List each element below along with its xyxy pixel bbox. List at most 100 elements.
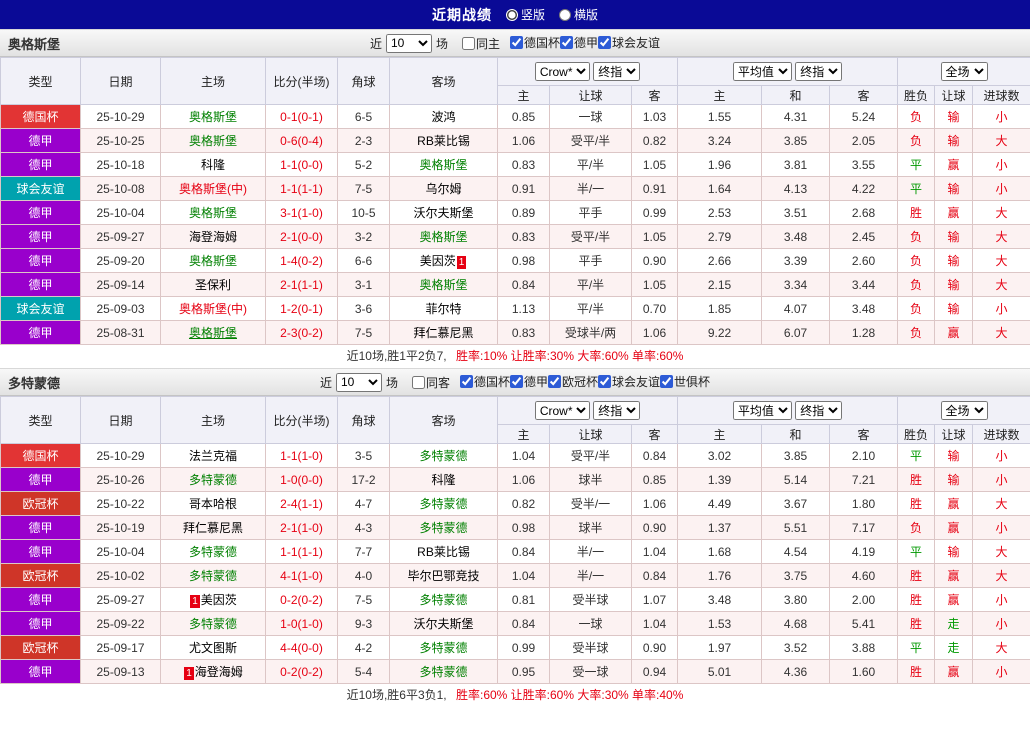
away-team[interactable]: 美因茨 1 [389, 248, 498, 273]
match-row: 德国杯 25-10-29 法兰克福 1-1(1-0) 3-5 多特蒙德 1.04 受平/半 0.… [0, 443, 1030, 468]
away-team[interactable]: 多特蒙德 [389, 491, 498, 516]
match-row: 德国杯 25-10-29 奥格斯堡 0-1(0-1) 6-5 波鸿 0.85 一球 1.03 1.… [0, 104, 1030, 129]
bookmaker-select[interactable]: Crow* [534, 401, 590, 420]
competition-checkbox[interactable] [548, 375, 562, 388]
same-venue-checkbox[interactable] [461, 36, 475, 50]
home-team[interactable]: 科隆 [160, 152, 266, 177]
odds-value: 平手 [549, 248, 632, 273]
competition-checkbox[interactable] [459, 375, 473, 388]
away-team[interactable]: 乌尔姆 [389, 176, 498, 201]
same-venue-filter[interactable]: 同主 [461, 35, 500, 52]
layout-horizontal-option[interactable]: 横版 [559, 6, 598, 23]
section-bar: 多特蒙德 近 10 场 同客 德国杯 德甲 欧冠杯 球会友谊 世俱杯 [0, 368, 1030, 396]
away-team[interactable]: RB莱比锡 [389, 128, 498, 153]
home-team[interactable]: 奥格斯堡 [160, 248, 266, 273]
match-date: 25-09-03 [80, 296, 161, 321]
competition-filter[interactable]: 球会友谊 [598, 373, 660, 390]
home-team[interactable]: 海登海姆 [160, 224, 266, 249]
scope-select[interactable]: 全场 [940, 401, 988, 420]
away-team[interactable]: 沃尔夫斯堡 [389, 611, 498, 636]
home-team[interactable]: 多特蒙德 [160, 467, 266, 492]
odds-value: 0.90 [630, 635, 679, 660]
layout-vertical-option[interactable]: 竖版 [505, 6, 545, 23]
average-select[interactable]: 平均值 [732, 401, 792, 420]
match-date: 25-08-31 [80, 320, 161, 345]
home-team[interactable]: 奥格斯堡 [160, 128, 266, 153]
away-team-label: 沃尔夫斯堡 [413, 206, 474, 220]
away-team-label: 菲尔特 [425, 302, 462, 316]
home-team[interactable]: 1 美因茨 [160, 587, 266, 612]
odds-value: 1.28 [829, 320, 899, 345]
scope-select[interactable]: 全场 [940, 62, 988, 81]
odds-value: 受半/一 [549, 491, 632, 516]
competition-checkbox[interactable] [660, 375, 674, 388]
competition-type: 德甲 [0, 587, 81, 612]
away-team[interactable]: 奥格斯堡 [389, 152, 498, 177]
competition-checkbox[interactable] [598, 36, 612, 49]
average-select[interactable]: 平均值 [732, 62, 792, 81]
result-goals: 大 [972, 272, 1030, 297]
recent-count-select[interactable]: 10 [385, 33, 432, 53]
away-team[interactable]: 沃尔夫斯堡 [389, 200, 498, 225]
final-odds-select-2[interactable]: 终指 [795, 401, 843, 420]
home-team[interactable]: 多特蒙德 [160, 563, 266, 588]
competition-filter[interactable]: 球会友谊 [598, 34, 660, 51]
home-team[interactable]: 奥格斯堡 [160, 200, 266, 225]
competition-filter[interactable]: 欧冠杯 [548, 373, 598, 390]
away-team[interactable]: 多特蒙德 [389, 515, 498, 540]
home-team[interactable]: 尤文图斯 [160, 635, 266, 660]
final-odds-select[interactable]: 终指 [593, 62, 641, 81]
competition-filter[interactable]: 德国杯 [510, 34, 560, 51]
home-team[interactable]: 奥格斯堡(中) [160, 176, 266, 201]
home-team[interactable]: 法兰克福 [160, 443, 266, 468]
away-team[interactable]: 奥格斯堡 [389, 272, 498, 297]
layout-horizontal-radio[interactable] [559, 8, 571, 21]
home-team[interactable]: 奥格斯堡(中) [160, 296, 266, 321]
odds-value: 2.66 [677, 248, 763, 273]
competition-filter[interactable]: 世俱杯 [660, 373, 710, 390]
away-team[interactable]: 多特蒙德 [389, 587, 498, 612]
away-team[interactable]: 多特蒙德 [389, 659, 498, 684]
same-venue-label: 同主 [475, 36, 500, 51]
away-team[interactable]: 科隆 [389, 467, 498, 492]
competition-filter[interactable]: 德甲 [560, 34, 598, 51]
top-header: 近期战绩 竖版 横版 [0, 0, 1030, 29]
odds-value: 4.07 [761, 296, 831, 321]
odds-value: 3.81 [761, 152, 831, 177]
home-team[interactable]: 奥格斯堡 [160, 320, 266, 345]
final-odds-select-2[interactable]: 终指 [795, 62, 843, 81]
home-team[interactable]: 1 海登海姆 [160, 659, 266, 684]
same-venue-checkbox[interactable] [411, 375, 425, 389]
home-team[interactable]: 哥本哈根 [160, 491, 266, 516]
competition-filter[interactable]: 德甲 [510, 373, 548, 390]
home-team[interactable]: 拜仁慕尼黑 [160, 515, 266, 540]
same-venue-filter[interactable]: 同客 [411, 374, 450, 391]
bookmaker-select[interactable]: Crow* [534, 62, 590, 81]
recent-count-select[interactable]: 10 [335, 372, 382, 392]
layout-vertical-radio[interactable] [505, 8, 518, 21]
away-team[interactable]: 拜仁慕尼黑 [389, 320, 498, 345]
home-team[interactable]: 圣保利 [160, 272, 266, 297]
away-team[interactable]: RB莱比锡 [389, 539, 498, 564]
result-goals: 小 [972, 296, 1030, 321]
competition-checkbox[interactable] [560, 36, 574, 49]
competition-label: 球会友谊 [612, 36, 661, 50]
final-odds-select[interactable]: 终指 [593, 401, 641, 420]
away-team[interactable]: 多特蒙德 [389, 443, 498, 468]
match-score: 1-4(0-2) [265, 248, 338, 273]
page-title: 近期战绩 [431, 6, 492, 23]
away-team[interactable]: 奥格斯堡 [389, 224, 498, 249]
match-row: 德甲 25-09-27 1 美因茨 0-2(0-2) 7-5 多特蒙德 0.81 受半球 1.07… [0, 587, 1030, 612]
home-team[interactable]: 多特蒙德 [160, 539, 266, 564]
away-team[interactable]: 波鸿 [389, 104, 498, 129]
home-team[interactable]: 多特蒙德 [160, 611, 266, 636]
away-team[interactable]: 毕尔巴鄂竞技 [389, 563, 498, 588]
away-team[interactable]: 多特蒙德 [389, 635, 498, 660]
competition-checkbox[interactable] [510, 375, 523, 388]
competition-filter[interactable]: 德国杯 [459, 373, 510, 390]
home-team[interactable]: 奥格斯堡 [160, 104, 266, 129]
competition-checkbox[interactable] [598, 375, 612, 388]
away-team[interactable]: 菲尔特 [389, 296, 498, 321]
competition-checkbox[interactable] [510, 36, 523, 49]
competition-label: 德甲 [574, 36, 599, 50]
